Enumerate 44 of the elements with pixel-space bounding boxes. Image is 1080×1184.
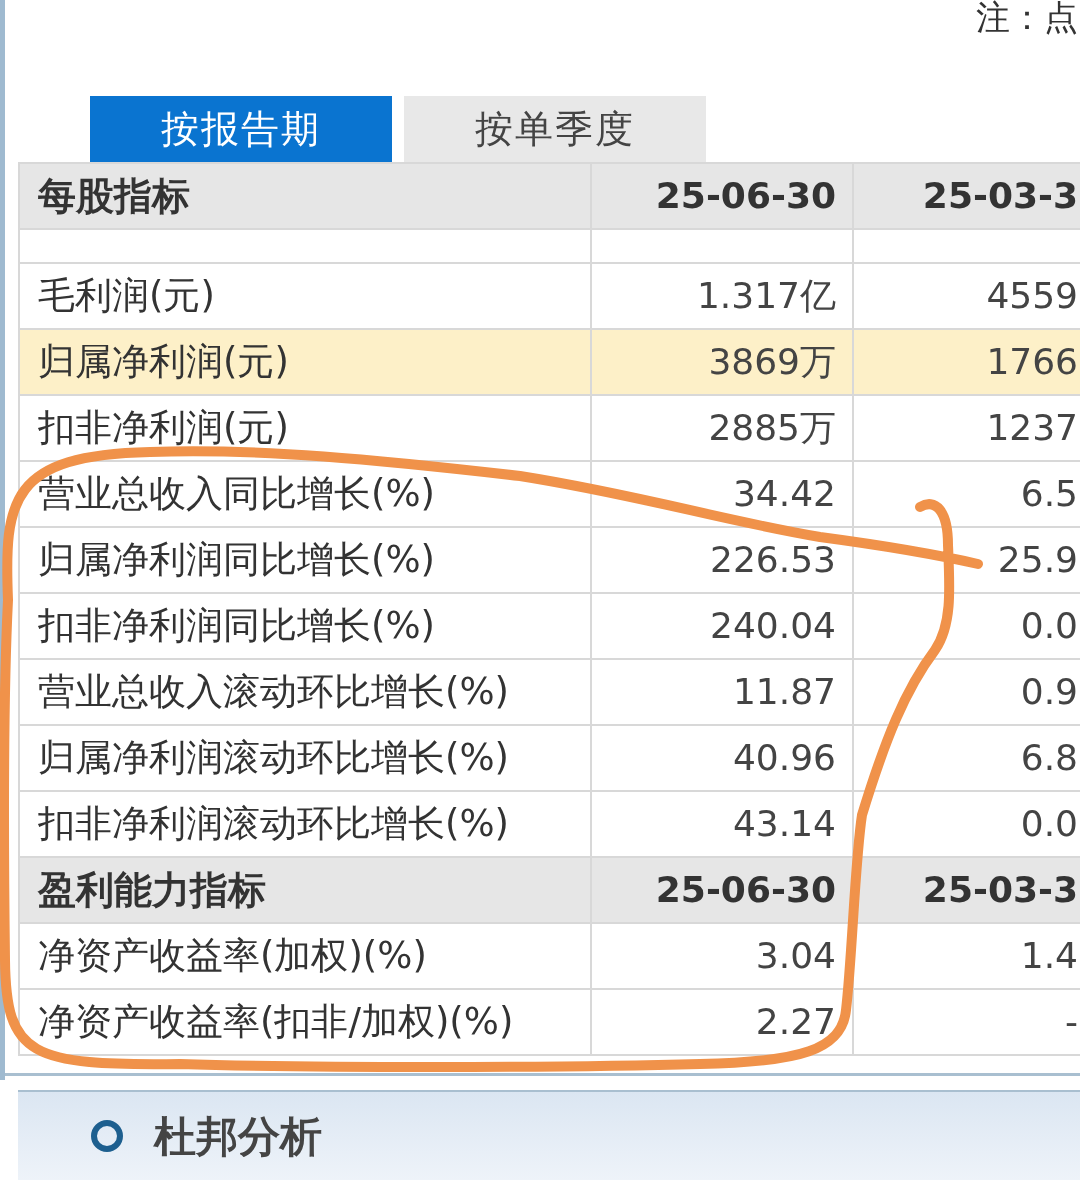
table-cell: 240.04 <box>592 594 854 658</box>
row-label: 净资产收益率(扣非/加权)(%) <box>20 990 592 1054</box>
section-heading: 盈利能力指标 <box>20 858 592 922</box>
column-heading: 25-03-3 <box>921 868 1079 912</box>
section-heading: 每股指标 <box>20 164 592 228</box>
circle-icon <box>90 1119 124 1153</box>
column-heading: 25-03-3 <box>921 174 1079 218</box>
table-cell-text: 1237 <box>985 406 1079 450</box>
row-label: 扣非净利润滚动环比增长(%) <box>20 792 592 856</box>
row-label: 营业总收入同比增长(%) <box>20 462 592 526</box>
column-heading: 25-06-30 <box>592 164 854 228</box>
table-cell: 11.87 <box>592 660 854 724</box>
table-cell-text: 6.8 <box>1019 736 1079 780</box>
table-cell-text: 0.9 <box>1019 670 1079 714</box>
row-label: 净资产收益率(加权)(%) <box>20 924 592 988</box>
table-cell: 2885万 <box>592 396 854 460</box>
row-label: 营业总收入滚动环比增长(%) <box>20 660 592 724</box>
tab[interactable]: 按报告期 <box>90 96 392 162</box>
table-cell: 34.42 <box>592 462 854 526</box>
table-cell-text: 1766 <box>985 340 1079 384</box>
table-cell: 40.96 <box>592 726 854 790</box>
row-label: 归属净利润同比增长(%) <box>20 528 592 592</box>
table-cell-text: 6.5 <box>1019 472 1079 516</box>
table-cell: 1.317亿 <box>592 264 854 328</box>
tab[interactable]: 按单季度 <box>404 96 706 162</box>
table-cell-text: 25.9 <box>996 538 1079 582</box>
table-cell-text: - <box>1064 1000 1079 1044</box>
table-cell: 3869万 <box>592 330 854 394</box>
note-text: 注：点 <box>976 0 1078 39</box>
table-cell-text: 4559 <box>985 274 1079 318</box>
table-cell: 2.27 <box>592 990 854 1054</box>
row-label: 扣非净利润同比增长(%) <box>20 594 592 658</box>
row-label: 归属净利润滚动环比增长(%) <box>20 726 592 790</box>
table-cell: 3.04 <box>592 924 854 988</box>
table-cell-text: 0.0 <box>1019 802 1079 846</box>
section-title: 杜邦分析 <box>154 1110 322 1163</box>
column-heading: 25-06-30 <box>592 858 854 922</box>
row-label: 扣非净利润(元) <box>20 396 592 460</box>
row-label: 归属净利润(元) <box>20 330 592 394</box>
row-label: 毛利润(元) <box>20 264 592 328</box>
table-cell-text: 0.0 <box>1019 604 1079 648</box>
table-cell-text: 1.4 <box>1019 934 1079 978</box>
table-cell: 43.14 <box>592 792 854 856</box>
table-cell: 226.53 <box>592 528 854 592</box>
